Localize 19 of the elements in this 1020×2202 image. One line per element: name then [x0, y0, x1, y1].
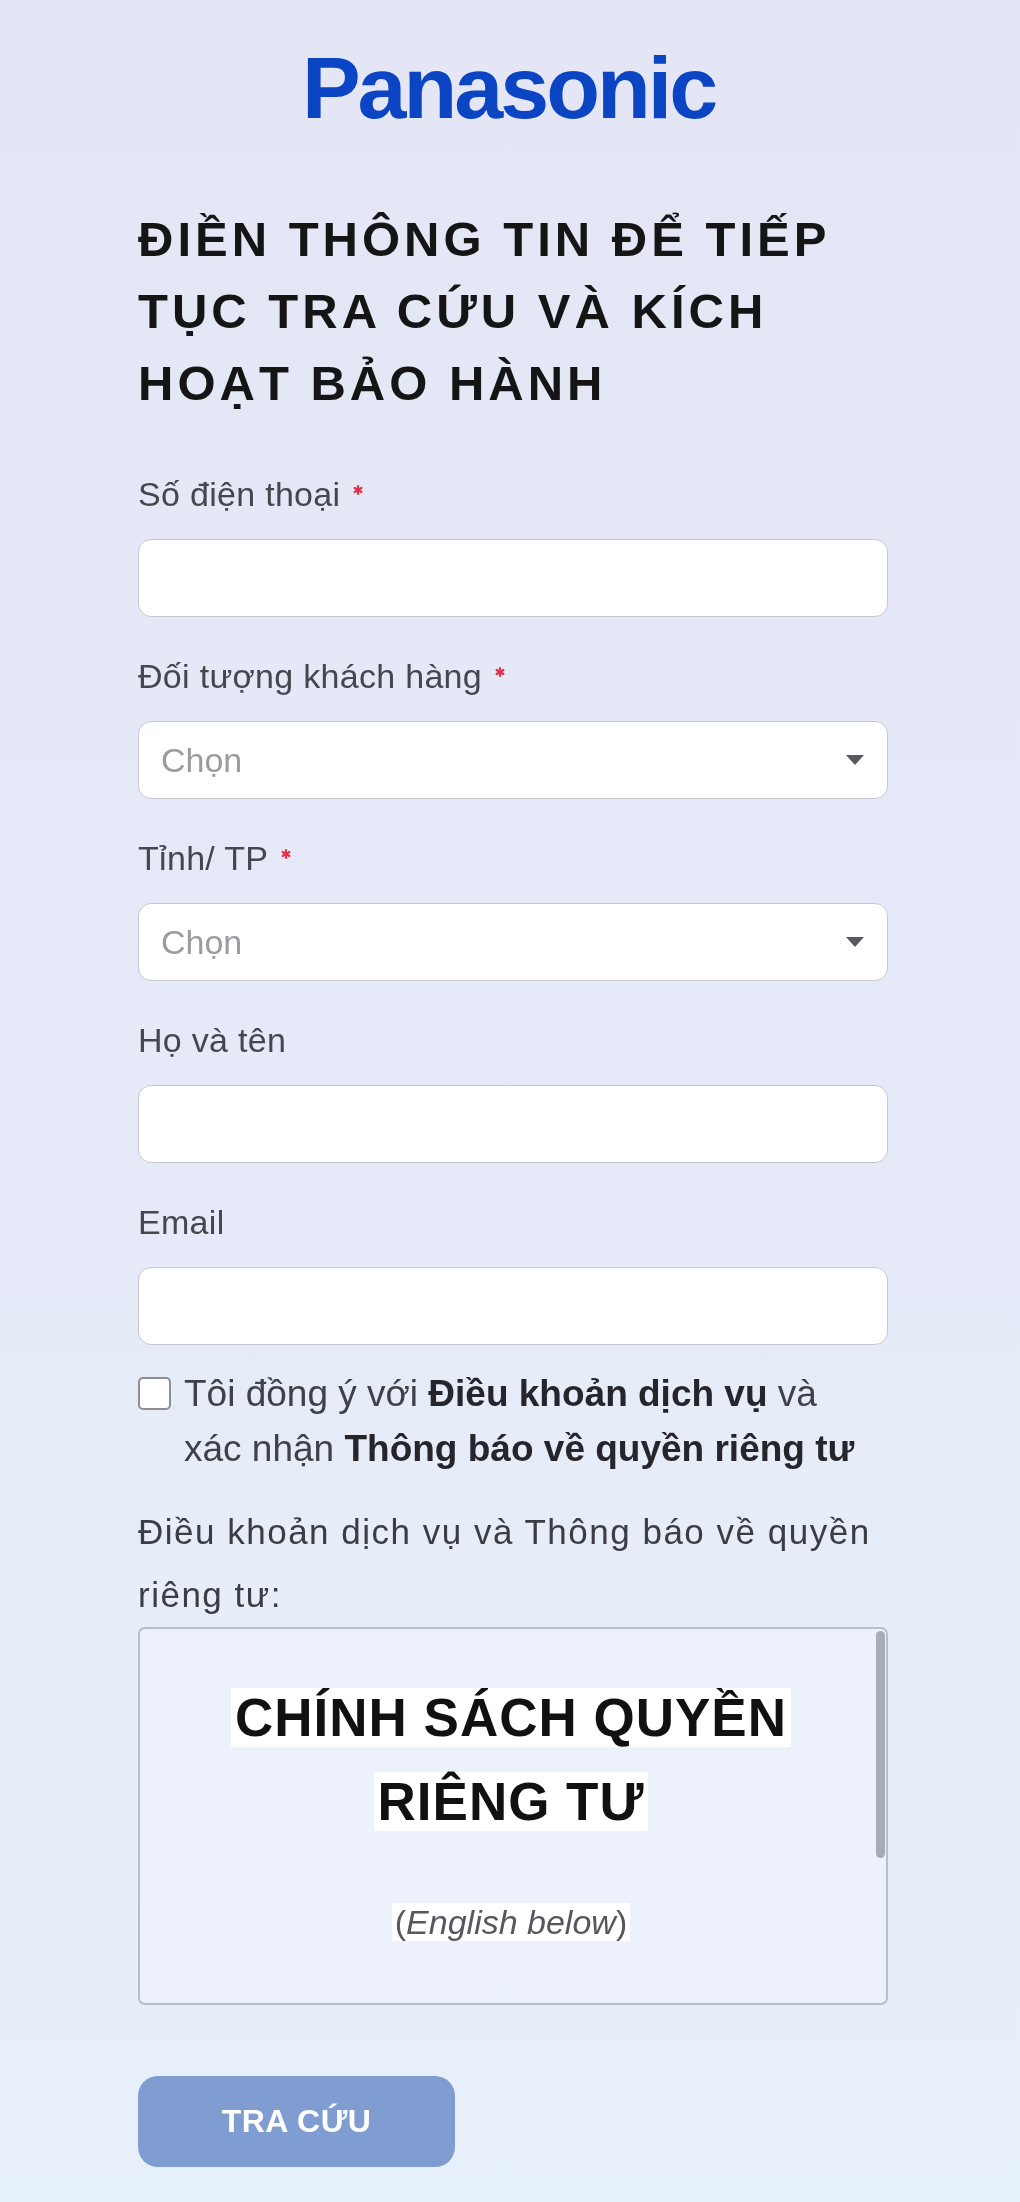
- consent-text: Tôi đồng ý với Điều khoản dịch vụ và xác nhận Thông báo về quyền riêng tư: [184, 1372, 856, 1471]
- input-field[interactable]: [138, 1267, 888, 1345]
- field-label: Số điện thoại: [138, 474, 341, 515]
- dropdown-field[interactable]: Chọn: [138, 903, 888, 981]
- field-label: Họ và tên: [138, 1020, 287, 1061]
- field-label: Đối tượng khách hàng: [138, 656, 483, 697]
- dropdown-field[interactable]: Chọn: [138, 721, 888, 799]
- scrollbar-thumb[interactable]: [876, 1631, 885, 1858]
- field-label: Email: [138, 1202, 225, 1243]
- terms-heading: Điều khoản dịch vụ và Thông báo về quyền riêng tư:: [138, 1511, 872, 1616]
- input-field[interactable]: [138, 1085, 888, 1163]
- brand-logo: Panasonic: [301, 44, 717, 132]
- policy-note: (English below): [391, 1903, 631, 1941]
- field-label: Tỉnh/ TP: [138, 838, 269, 879]
- page-title: ĐIỀN THÔNG TIN ĐỂ TIẾP TỤC TRA CỨU VÀ KÍCH HOẠT BẢO HÀNH: [138, 211, 831, 412]
- input-field[interactable]: [138, 539, 888, 617]
- caret-icon: [846, 755, 864, 765]
- caret-icon: [846, 937, 864, 947]
- checkbox[interactable]: [138, 1377, 171, 1410]
